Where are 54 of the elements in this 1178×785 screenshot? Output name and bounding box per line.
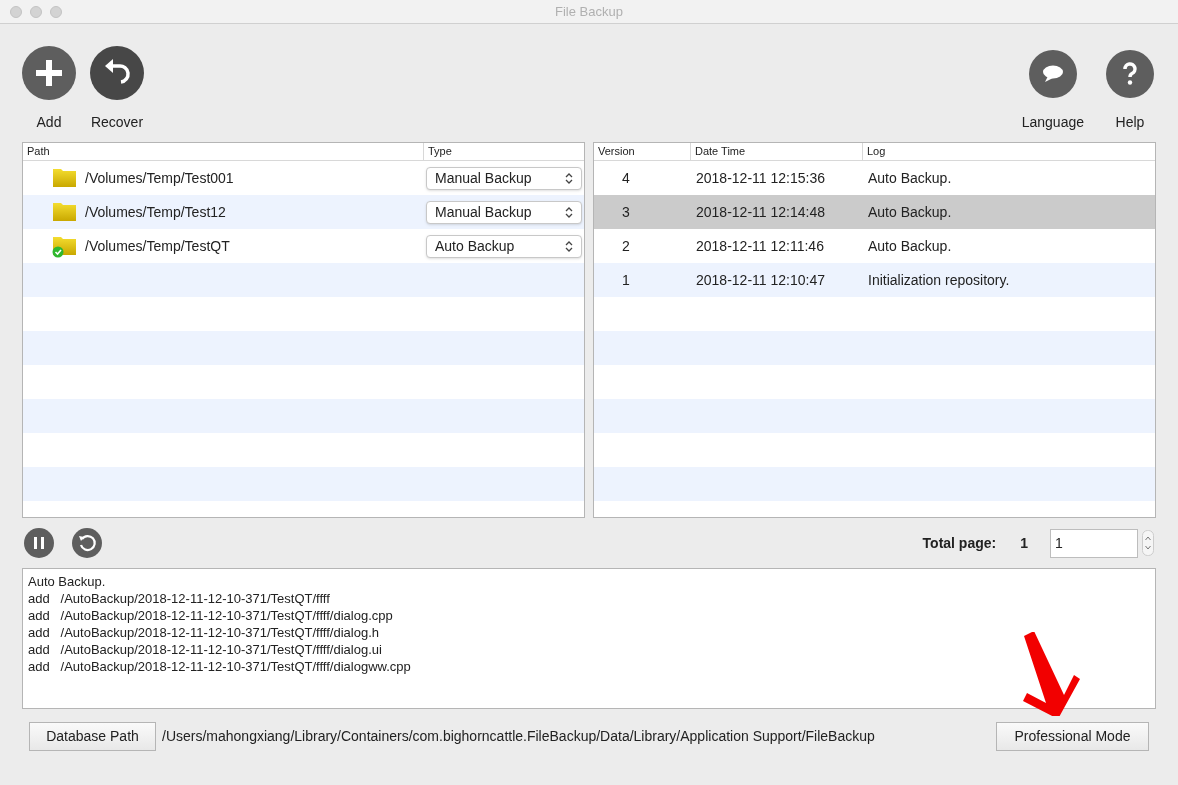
refresh-icon[interactable]	[72, 528, 102, 558]
window-title: File Backup	[555, 2, 623, 21]
log-line: add /AutoBackup/2018-12-11-12-10-371/TestQT/ffff/dialog.cpp	[28, 607, 394, 624]
date-time-cell-text: 2018-12-11 12:14:48	[695, 202, 826, 222]
total-page-label: Total page:	[922, 533, 997, 553]
toolbar-button[interactable]: Recover	[88, 46, 146, 142]
column-header[interactable]: Type	[423, 143, 452, 160]
stepper-icon[interactable]	[1142, 530, 1154, 556]
path-cell-text: /Volumes/Temp/Test12	[85, 202, 226, 222]
log-line: add /AutoBackup/2018-12-11-12-10-371/TestQT/ffff/dialog.ui	[28, 641, 383, 658]
type-dropdown[interactable]: Manual Backup	[426, 166, 582, 190]
minimize-button[interactable]	[30, 5, 42, 18]
pause-icon[interactable]	[24, 528, 54, 558]
log-cell-text: Auto Backup.	[867, 168, 952, 188]
column-header[interactable]: Version	[594, 143, 690, 160]
toolbar-button[interactable]: Add	[20, 46, 78, 142]
speech-bubble-icon	[1028, 50, 1077, 98]
log-cell-text: Auto Backup.	[867, 236, 952, 256]
version-row[interactable]: 1 2018-12-11 12:10:47 Initialization repository.	[594, 263, 1155, 297]
database-path-text: /Users/mahongxiang/Library/Containers/com.bighorncattle.FileBackup/Data/Library/Application Support/FileBackup	[162, 727, 875, 746]
log-line: add /AutoBackup/2018-12-11-12-10-371/TestQT/ffff/dialogww.cpp	[28, 658, 412, 675]
path-cell-text: /Volumes/Temp/TestQT	[85, 236, 230, 256]
close-button[interactable]	[10, 5, 22, 18]
column-header[interactable]: Path	[23, 143, 423, 160]
professional-mode-button[interactable]: Professional Mode	[996, 722, 1149, 751]
stepper-chevrons-icon	[565, 205, 573, 219]
column-header[interactable]: Log	[862, 143, 886, 160]
help-icon	[1106, 50, 1154, 98]
path-cell-text: /Volumes/Temp/Test001	[85, 168, 234, 188]
stepper-chevrons-icon	[565, 239, 573, 253]
date-time-cell-text: 2018-12-11 12:11:46	[695, 236, 825, 256]
type-dropdown[interactable]: Manual Backup	[426, 200, 582, 224]
total-page-count: 1	[1020, 533, 1028, 553]
log-line: Auto Backup.	[28, 573, 107, 590]
log-cell-text: Initialization repository.	[867, 270, 1010, 290]
version-cell-text: 2	[621, 236, 631, 256]
version-row[interactable]: 3 2018-12-11 12:14:48 Auto Backup.	[594, 195, 1155, 229]
version-cell-text: 1	[621, 270, 631, 290]
date-time-cell-text: 2018-12-11 12:15:36	[695, 168, 826, 188]
page-number-field[interactable]: 1	[1050, 528, 1138, 558]
version-cell-text: 3	[621, 202, 631, 222]
log-line: add /AutoBackup/2018-12-11-12-10-371/TestQT/ffff/dialog.h	[28, 624, 380, 641]
log-cell-text: Auto Backup.	[867, 202, 952, 222]
toolbar-button[interactable]: Help	[1106, 50, 1154, 142]
date-time-cell-text: 2018-12-11 12:10:47	[695, 270, 826, 290]
plus-icon	[22, 46, 76, 100]
zoom-button[interactable]	[50, 5, 62, 18]
database-path-button[interactable]: Database Path	[29, 722, 156, 751]
stepper-chevrons-icon	[565, 171, 573, 185]
type-dropdown[interactable]: Auto Backup	[426, 234, 582, 258]
column-header[interactable]: Date Time	[690, 143, 862, 160]
toolbar-button[interactable]: Language	[1021, 50, 1084, 142]
log-line: add /AutoBackup/2018-12-11-12-10-371/TestQT/ffff	[28, 590, 331, 607]
version-cell-text: 4	[621, 168, 631, 188]
